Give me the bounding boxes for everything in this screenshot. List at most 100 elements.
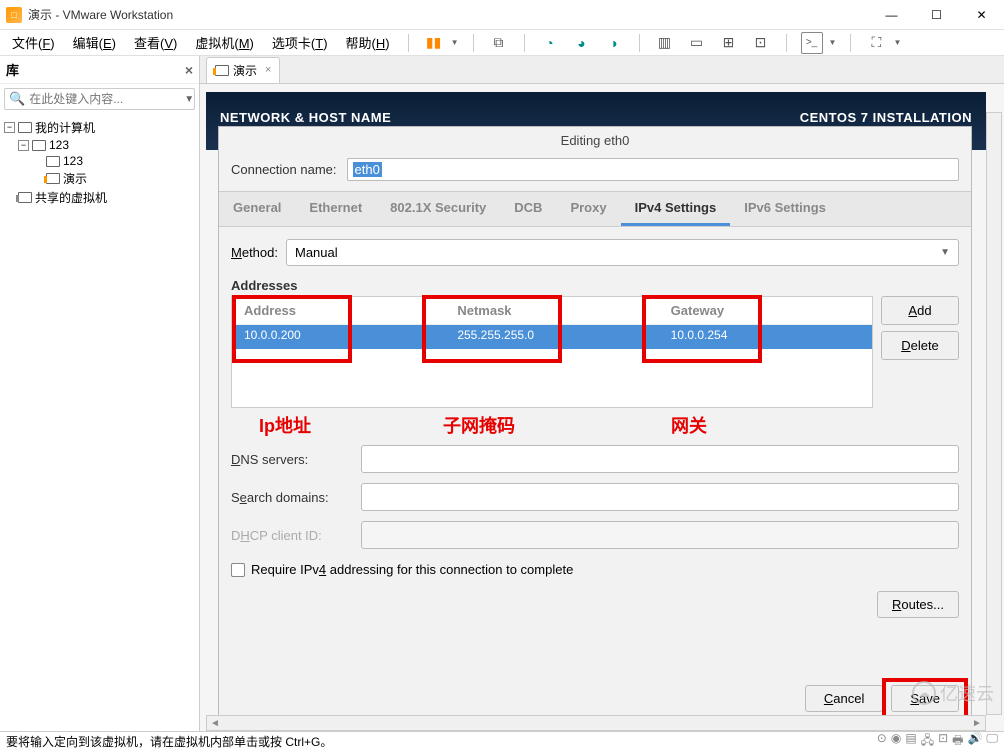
scroll-right-icon[interactable]: ►	[969, 716, 985, 730]
menu-view[interactable]: 查看(V)	[130, 31, 181, 54]
add-button[interactable]: Add	[881, 296, 959, 325]
chevron-down-icon: ▼	[940, 247, 950, 258]
tree-my-computer[interactable]: − 我的计算机	[4, 118, 195, 137]
collapse-icon[interactable]: −	[4, 122, 15, 133]
dialog-tabs: General Ethernet 802.1X Security DCB Pro…	[219, 191, 971, 227]
scroll-left-icon[interactable]: ◄	[207, 716, 223, 730]
dns-input[interactable]	[361, 445, 959, 473]
require-ipv4-checkbox[interactable]	[231, 563, 245, 577]
col-gateway: Gateway	[659, 297, 872, 324]
routes-row: Routes...	[219, 585, 971, 624]
main-layout: 库 × 🔍 ▼ − 我的计算机 − 123 123	[0, 56, 1004, 731]
tab-proxy[interactable]: Proxy	[556, 192, 620, 226]
view-console-icon[interactable]: ⊡	[750, 32, 772, 54]
menu-help[interactable]: 帮助(H)	[342, 31, 394, 54]
revert-icon[interactable]: ◕	[571, 32, 593, 54]
tool-icon-1[interactable]: ⧉	[488, 32, 510, 54]
tab-demo[interactable]: 演示 ×	[206, 57, 280, 83]
tab-strip: 演示 ×	[200, 56, 1004, 84]
view-unity-icon[interactable]: ⊞	[718, 32, 740, 54]
dropdown-caret-icon[interactable]: ▼	[893, 38, 901, 47]
routes-button[interactable]: Routes...	[877, 591, 959, 618]
delete-button[interactable]: Delete	[881, 331, 959, 360]
table-row[interactable]: 10.0.0.200 255.255.255.0 10.0.0.254	[232, 325, 872, 349]
dhcp-input[interactable]	[361, 521, 959, 549]
method-label: Method:	[231, 245, 278, 260]
fullscreen-icon[interactable]: ⛶	[865, 32, 887, 54]
tab-dcb[interactable]: DCB	[500, 192, 556, 226]
sidebar-title: 库	[6, 60, 19, 79]
usb-icon[interactable]: ⊡	[938, 731, 948, 752]
tab-ipv6[interactable]: IPv6 Settings	[730, 192, 840, 226]
tab-ethernet[interactable]: Ethernet	[295, 192, 376, 226]
conn-name-value: eth0	[353, 162, 382, 177]
dhcp-row: DHCP client ID:	[219, 516, 971, 554]
conn-name-label: Connection name:	[231, 162, 337, 177]
view-single-icon[interactable]: ▭	[686, 32, 708, 54]
cd-icon[interactable]: ◉	[891, 731, 901, 752]
cloud-icon: ☁	[912, 681, 936, 705]
cell-address: 10.0.0.200	[232, 325, 445, 349]
snapshot-icon[interactable]: ◔	[539, 32, 561, 54]
tree-vm-demo[interactable]: 演示	[4, 169, 195, 188]
search-caret-icon[interactable]: ▼	[184, 94, 194, 105]
method-value: Manual	[295, 245, 338, 260]
disk-icon[interactable]: ⊙	[877, 731, 887, 752]
connection-name-row: Connection name: eth0	[219, 154, 971, 191]
computer-icon	[18, 122, 32, 133]
minimize-button[interactable]: —	[869, 0, 914, 30]
require-ipv4-label: Require IPv4 addressing for this connect…	[251, 562, 573, 577]
menu-bar: 文件(F) 编辑(E) 查看(V) 虚拟机(M) 选项卡(T) 帮助(H) ▮▮…	[0, 30, 1004, 56]
view-split-icon[interactable]: ▥	[654, 32, 676, 54]
close-button[interactable]: ✕	[959, 0, 1004, 30]
conn-name-input[interactable]: eth0	[347, 158, 959, 181]
sound-icon[interactable]: 🔊	[967, 731, 982, 752]
search-box[interactable]: 🔍 ▼	[4, 88, 195, 110]
dropdown-caret-icon[interactable]: ▼	[451, 38, 459, 47]
dropdown-caret-icon[interactable]: ▼	[829, 38, 837, 47]
menu-file[interactable]: 文件(F)	[8, 31, 59, 54]
menu-edit[interactable]: 编辑(E)	[69, 31, 120, 54]
cmd-icon[interactable]: >_	[801, 32, 823, 54]
search-domains-input[interactable]	[361, 483, 959, 511]
search-input[interactable]	[29, 92, 184, 106]
manage-snapshot-icon[interactable]: ◑	[603, 32, 625, 54]
tab-security[interactable]: 802.1X Security	[376, 192, 500, 226]
banner-right: CENTOS 7 INSTALLATION	[800, 110, 972, 125]
banner-left: NETWORK & HOST NAME	[220, 110, 391, 125]
method-select[interactable]: Manual ▼	[286, 239, 959, 266]
vertical-scrollbar[interactable]	[986, 112, 1002, 715]
separator	[524, 34, 525, 52]
floppy-icon[interactable]: ▤	[905, 731, 916, 752]
close-sidebar-icon[interactable]: ×	[185, 62, 193, 78]
addresses-table[interactable]: Address Netmask Gateway 10.0.0.200 255.2…	[231, 296, 873, 408]
dhcp-label: DHCP client ID:	[231, 528, 361, 543]
tab-general[interactable]: General	[219, 192, 295, 226]
vm-display[interactable]: NETWORK & HOST NAME CENTOS 7 INSTALLATIO…	[200, 84, 1004, 731]
tree-folder-123[interactable]: − 123	[4, 137, 195, 153]
col-address: Address	[232, 297, 445, 324]
printer-icon[interactable]: 🖶	[952, 731, 963, 752]
horizontal-scrollbar[interactable]: ◄ ►	[206, 715, 986, 731]
tree-vm-123[interactable]: 123	[4, 153, 195, 169]
tab-ipv4[interactable]: IPv4 Settings	[621, 192, 731, 226]
annotation-netmask-label: 子网掩码	[443, 412, 515, 438]
tab-label: 演示	[233, 62, 257, 79]
display-icon[interactable]: 🖵	[986, 731, 998, 752]
cancel-button[interactable]: Cancel	[805, 685, 883, 712]
network-icon[interactable]: 🖧	[921, 731, 934, 752]
scroll-track[interactable]	[223, 716, 969, 730]
menu-tabs[interactable]: 选项卡(T)	[268, 31, 332, 54]
annotation-ip-label: Ip地址	[259, 412, 311, 438]
require-ipv4-row[interactable]: Require IPv4 addressing for this connect…	[219, 554, 971, 585]
pause-icon[interactable]: ▮▮	[423, 32, 445, 54]
menu-vm[interactable]: 虚拟机(M)	[191, 31, 258, 54]
network-edit-dialog: Editing eth0 Connection name: eth0 Gener…	[218, 126, 972, 723]
tab-close-icon[interactable]: ×	[265, 64, 271, 76]
watermark: ☁ 亿速云	[912, 680, 994, 706]
maximize-button[interactable]: ☐	[914, 0, 959, 30]
tree-shared[interactable]: 共享的虚拟机	[4, 188, 195, 207]
vm-icon	[46, 156, 60, 167]
cell-netmask: 255.255.255.0	[445, 325, 658, 349]
collapse-icon[interactable]: −	[18, 140, 29, 151]
